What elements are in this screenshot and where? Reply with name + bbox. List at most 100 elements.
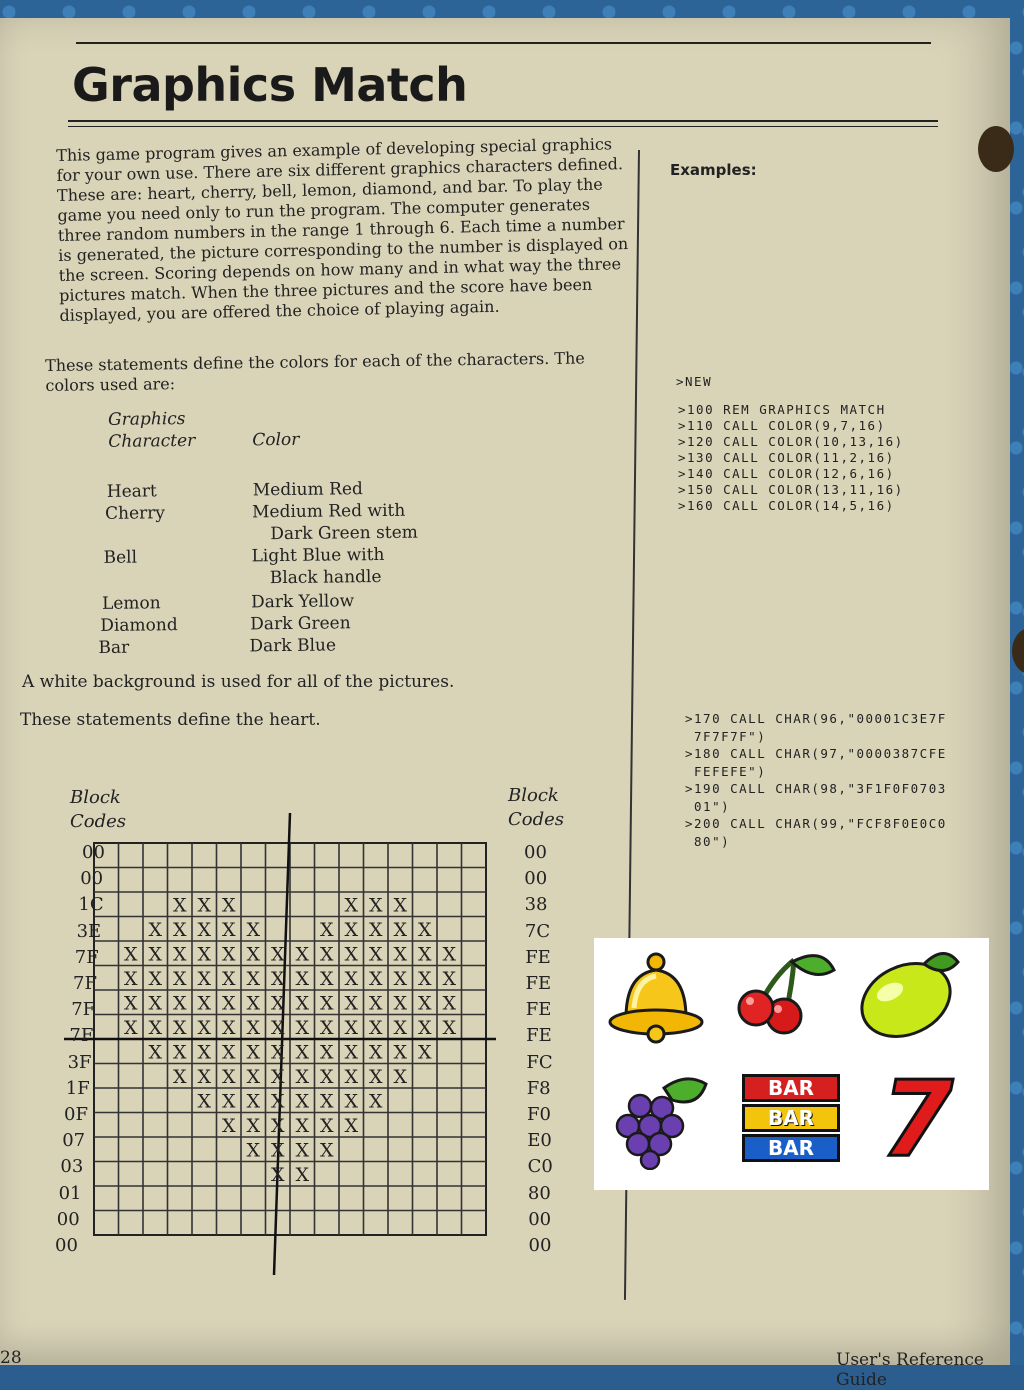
code-line: >150 CALL COLOR(13,11,16)	[678, 482, 904, 497]
table-header-color: Color	[252, 429, 300, 451]
block-code: FE	[526, 1025, 552, 1047]
code-line: >200 CALL CHAR(99,"FCF8F0E0C0	[685, 816, 947, 831]
grid-mark: X	[148, 1042, 162, 1064]
color-row-character: Bar	[98, 637, 130, 658]
grid-mark: X	[442, 993, 456, 1015]
code-line: >180 CALL CHAR(97,"0000387CFE	[685, 746, 947, 761]
grid-mark: X	[295, 1164, 309, 1186]
grid-mark: X	[320, 919, 334, 941]
grid-mark: X	[271, 944, 285, 966]
page-title: Graphics Match	[72, 58, 468, 112]
grid-mark: X	[393, 1042, 407, 1064]
block-code: 07	[62, 1130, 86, 1152]
grid-mark: X	[418, 1017, 432, 1039]
grid-mark: X	[246, 1066, 260, 1088]
block-code: FE	[525, 999, 552, 1021]
block-label-line1: Block	[70, 787, 121, 808]
grid-mark: X	[197, 1017, 211, 1039]
bar-label: BAR	[742, 1134, 840, 1162]
grid-mark: X	[246, 1115, 260, 1137]
grid-mark: X	[222, 1066, 236, 1088]
grid-mark: X	[442, 944, 456, 966]
grid-mark: X	[442, 1017, 456, 1039]
grid-mark: X	[344, 968, 358, 990]
grid-mark: X	[124, 1017, 138, 1039]
bar-icon: BAR BAR BAR	[742, 1074, 840, 1162]
block-code: 3F	[67, 1051, 92, 1073]
grid-mark: X	[271, 1091, 285, 1113]
block-code: 7F	[73, 973, 97, 994]
block-code: 7C	[524, 920, 551, 942]
grid-mark: X	[393, 993, 407, 1015]
code-line: 01")	[685, 798, 731, 814]
grid-mark: X	[222, 1017, 236, 1039]
grid-mark: X	[246, 1091, 260, 1113]
block-code: 80	[527, 1182, 551, 1204]
grid-mark: X	[222, 895, 236, 917]
grid-mark: X	[320, 1066, 334, 1088]
grid-mark: X	[344, 1017, 358, 1039]
grid-mark: X	[271, 993, 285, 1015]
grid-mark: X	[369, 968, 383, 990]
block-code: 00	[528, 1235, 552, 1256]
grid-mark: X	[369, 1042, 383, 1064]
grid-mark: X	[344, 1091, 358, 1113]
block-code: 1C	[78, 894, 104, 916]
grid-mark: X	[320, 1017, 334, 1039]
heart-definition-note: These statements define the heart.	[20, 710, 321, 730]
code-new: >NEW	[676, 374, 713, 389]
grapes-icon	[615, 1077, 708, 1170]
grid-mark: X	[222, 1115, 236, 1137]
grid-mark: X	[222, 919, 236, 941]
grid-mark: X	[295, 993, 309, 1015]
grid-mark: X	[173, 968, 187, 990]
color-row-character: Diamond	[100, 615, 178, 636]
grid-mark: X	[344, 1115, 358, 1137]
grid-mark: X	[393, 919, 407, 941]
code-line: >130 CALL COLOR(11,2,16)	[678, 450, 895, 465]
grid-mark: X	[393, 968, 407, 990]
grid-mark: X	[295, 1091, 309, 1113]
grid-mark: X	[246, 1042, 260, 1064]
grid-mark: X	[295, 1140, 309, 1162]
grid-mark: X	[369, 919, 383, 941]
grid-mark: X	[344, 895, 358, 917]
grid-mark: X	[271, 1017, 285, 1039]
grid-mark: X	[418, 968, 432, 990]
color-row-color: Dark Blue	[249, 635, 337, 657]
grid-mark: X	[148, 968, 162, 990]
grid-mark: X	[418, 919, 432, 941]
block-code: FE	[525, 946, 551, 968]
grid-mark: X	[295, 1066, 309, 1088]
grid-mark: X	[148, 1017, 162, 1039]
grid-mark: X	[246, 944, 260, 966]
grid-mark: X	[222, 993, 236, 1015]
code-char-block: >170 CALL CHAR(96,"00001C3E7F 7F7F7F") >1…	[685, 710, 947, 850]
grid-mark: X	[197, 1066, 211, 1088]
bar-label: BAR	[742, 1104, 840, 1132]
block-code: 7F	[69, 1025, 94, 1047]
code-color-block: >100 REM GRAPHICS MATCH >110 CALL COLOR(9…	[678, 402, 904, 514]
grid-mark: X	[295, 1042, 309, 1064]
grid-mark: X	[173, 895, 187, 917]
block-code: 00	[528, 1208, 552, 1230]
block-code: 3E	[76, 920, 102, 942]
grid-mark: X	[222, 1091, 236, 1113]
grid-mark: X	[246, 968, 260, 990]
lemon-icon	[860, 952, 960, 1038]
grid-mark: X	[369, 993, 383, 1015]
top-rule	[76, 42, 931, 44]
grid-mark: X	[271, 1140, 285, 1162]
block-code: 0F	[64, 1104, 88, 1125]
grid-mark: X	[148, 944, 162, 966]
examples-heading: Examples:	[670, 161, 757, 179]
colors-intro-paragraph: These statements define the colors for e…	[45, 348, 585, 395]
block-code: C0	[527, 1156, 553, 1178]
grid-mark: X	[148, 919, 162, 941]
color-row-character: Bell	[103, 547, 138, 568]
grid-mark: X	[369, 1066, 383, 1088]
grid-mark: X	[246, 993, 260, 1015]
grid-mark: X	[344, 1042, 358, 1064]
grid-mark: X	[418, 993, 432, 1015]
block-code: E0	[527, 1130, 552, 1152]
